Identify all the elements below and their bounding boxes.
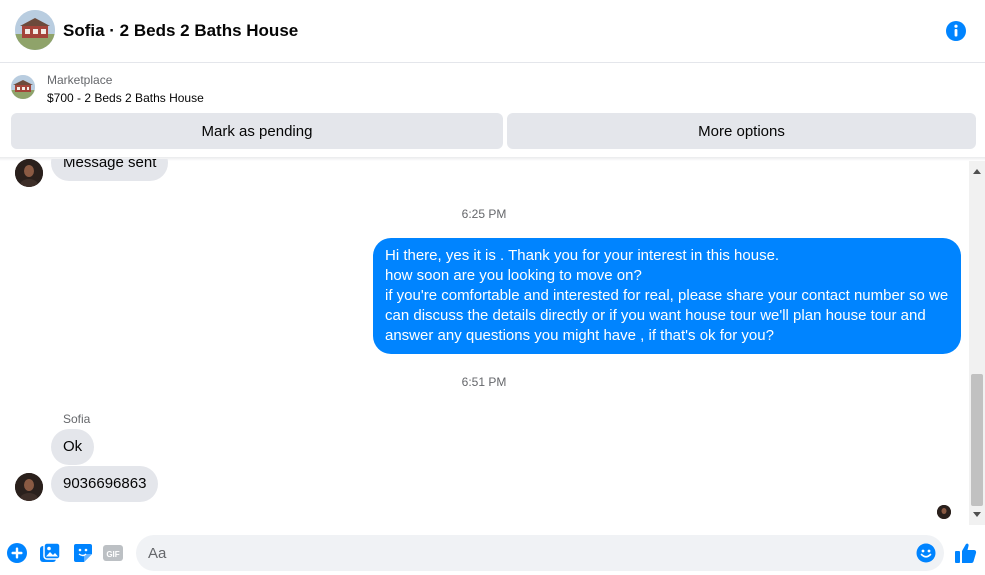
sender-avatar[interactable] bbox=[15, 473, 43, 501]
message-bubble-incoming: Ok bbox=[51, 429, 95, 465]
message-line: if you're comfortable and interested for… bbox=[385, 287, 949, 304]
thumbs-up-icon[interactable] bbox=[954, 541, 978, 565]
message-line: can discuss the details directly or if y… bbox=[385, 307, 926, 324]
sender-name: Sofia bbox=[63, 412, 91, 426]
conversation-header: Sofia · 2 Beds 2 Baths House bbox=[0, 0, 985, 63]
listing-thumbnail[interactable] bbox=[11, 75, 35, 99]
emoji-icon[interactable] bbox=[916, 543, 936, 563]
timestamp: 6:51 PM bbox=[461, 375, 507, 389]
conversation-title[interactable]: Sofia · 2 Beds 2 Baths House bbox=[63, 21, 298, 41]
message-bubble-outgoing: Hi there, yes it is . Thank you for your… bbox=[373, 238, 961, 354]
listing-title[interactable]: $700 - 2 Beds 2 Baths House bbox=[47, 91, 204, 105]
mark-as-pending-button[interactable]: Mark as pending bbox=[11, 113, 503, 149]
sender-avatar[interactable] bbox=[15, 159, 43, 187]
house-photo-icon[interactable] bbox=[15, 10, 55, 50]
message-input[interactable] bbox=[136, 535, 944, 571]
scroll-up-arrow-icon[interactable] bbox=[969, 164, 985, 178]
message-line: how soon are you looking to move on? bbox=[385, 267, 642, 284]
marketplace-label: Marketplace bbox=[47, 73, 113, 87]
info-icon[interactable] bbox=[945, 20, 967, 42]
message-line: Hi there, yes it is . Thank you for your… bbox=[385, 247, 780, 264]
message-bubble-incoming: Message sent bbox=[51, 159, 169, 181]
scrollbar[interactable] bbox=[969, 161, 985, 525]
more-options-button[interactable]: More options bbox=[507, 113, 976, 149]
sticker-icon[interactable] bbox=[72, 542, 94, 564]
gif-icon[interactable]: GIF bbox=[102, 542, 124, 564]
message-line: answer any questions you might have , if… bbox=[385, 327, 774, 344]
timestamp: 6:25 PM bbox=[461, 207, 507, 221]
scroll-thumb[interactable] bbox=[971, 374, 983, 506]
messenger-window: Sofia · 2 Beds 2 Baths House Marketplace… bbox=[0, 0, 985, 575]
gif-label: GIF bbox=[106, 550, 119, 559]
scroll-down-arrow-icon[interactable] bbox=[969, 508, 985, 522]
read-receipt-avatar bbox=[937, 505, 951, 519]
plus-circle-icon[interactable] bbox=[6, 542, 28, 564]
photo-icon[interactable] bbox=[39, 542, 61, 564]
message-list[interactable]: Message sent 6:25 PM Hi there, yes it is… bbox=[0, 159, 968, 527]
message-bubble-incoming: 9036696863 bbox=[51, 466, 159, 502]
